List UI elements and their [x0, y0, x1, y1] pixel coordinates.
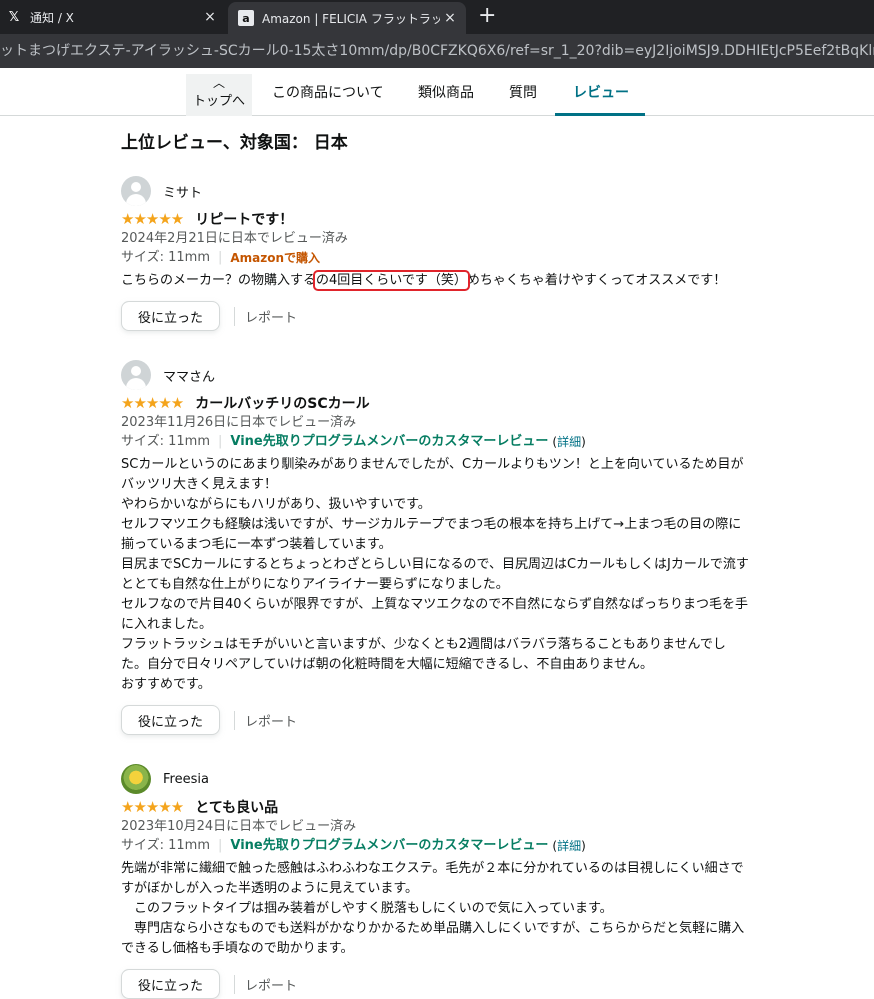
- avatar: [121, 360, 151, 390]
- vine-detail: (詳細): [552, 839, 586, 853]
- back-to-top-label: トップへ: [192, 94, 245, 109]
- avatar: [121, 176, 151, 206]
- avatar: [121, 764, 151, 794]
- vine-detail: (詳細): [552, 435, 586, 449]
- tab-title: Amazon | FELICIA フラットラッシュ: [262, 11, 440, 26]
- review-title[interactable]: カールバッチリのSCカール: [195, 393, 369, 413]
- review-body: こちらのメーカー？の物購入するの4回目くらいです（笑）めちゃくちゃ着けやすくって…: [121, 270, 811, 291]
- address-bar[interactable]: ットまつげエクステ-アイラッシュ-SCカール0-15太さ10mm/dp/B0CF…: [0, 34, 874, 68]
- star-rating-icon[interactable]: ★★★★★: [121, 798, 184, 816]
- review-item: ミサト ★★★★★ リピートです！ 2024年2月21日に日本でレビュー済み サ…: [121, 175, 811, 331]
- variant-size: サイズ: 11mm: [121, 838, 210, 853]
- divider: |: [218, 434, 223, 449]
- reviewer-name[interactable]: ママさん: [163, 366, 215, 385]
- reviewer-name[interactable]: Freesia: [163, 772, 209, 787]
- vine-badge: Vine先取りプログラムメンバーのカスタマーレビュー: [230, 838, 549, 853]
- divider: |: [218, 838, 223, 853]
- verified-purchase-badge: Amazonで購入: [230, 251, 321, 265]
- browser-tab-amazon[interactable]: a Amazon | FELICIA フラットラッシュ ×: [228, 2, 466, 34]
- reviewer-name[interactable]: ミサト: [163, 182, 202, 201]
- helpful-button[interactable]: 役に立った: [121, 705, 221, 735]
- tab-questions[interactable]: 質問: [509, 82, 537, 102]
- section-title: 上位レビュー、対象国： 日本: [121, 133, 348, 153]
- amazon-favicon-icon: a: [238, 10, 254, 26]
- vine-detail-link[interactable]: 詳細: [557, 435, 581, 449]
- product-subnav: ︿ トップへ この商品について 類似商品 質問 レビュー: [0, 68, 874, 116]
- report-link[interactable]: レポート: [234, 306, 297, 326]
- chevron-up-icon: ︿: [212, 76, 225, 90]
- review-title[interactable]: リピートです！: [195, 209, 293, 229]
- star-rating-icon[interactable]: ★★★★★: [121, 394, 184, 412]
- tab-similar-products[interactable]: 類似商品: [418, 82, 474, 102]
- close-tab-icon[interactable]: ×: [440, 10, 460, 26]
- review-date: 2023年10月24日に日本でレビュー済み: [121, 819, 357, 834]
- tab-about-product[interactable]: この商品について: [272, 82, 384, 102]
- browser-tab-bar: 𝕏 通知 / X × a Amazon | FELICIA フラットラッシュ ×…: [0, 0, 874, 34]
- helpful-button[interactable]: 役に立った: [121, 969, 221, 999]
- review-body: SCカールというのにあまり馴染みがありませんでしたが、Cカールよりもツン！と上を…: [121, 457, 749, 692]
- review-text: こちらのメーカー？の物購入する: [121, 273, 317, 288]
- variant-size: サイズ: 11mm: [121, 250, 210, 265]
- star-rating-icon[interactable]: ★★★★★: [121, 210, 184, 228]
- divider: |: [218, 250, 223, 265]
- review-item: Freesia ★★★★★ とても良い品 2023年10月24日に日本でレビュー…: [121, 763, 811, 999]
- close-tab-icon[interactable]: ×: [200, 9, 220, 25]
- browser-tab-x[interactable]: 𝕏 通知 / X ×: [0, 0, 226, 34]
- new-tab-button[interactable]: +: [478, 4, 496, 28]
- report-link[interactable]: レポート: [234, 710, 297, 730]
- report-link[interactable]: レポート: [234, 974, 297, 994]
- vine-detail-link[interactable]: 詳細: [557, 839, 581, 853]
- tab-reviews[interactable]: レビュー: [573, 82, 629, 102]
- vine-badge: Vine先取りプログラムメンバーのカスタマーレビュー: [230, 434, 549, 449]
- tab-title: 通知 / X: [30, 10, 74, 25]
- review-body: 先端が非常に繊細で触った感触はふわふわなエクステ。毛先が２本に分かれているのは目…: [121, 861, 745, 956]
- review-date: 2023年11月26日に日本でレビュー済み: [121, 415, 357, 430]
- review-text: めちゃくちゃ着けやすくってオススメです！: [466, 273, 727, 288]
- back-to-top-button[interactable]: ︿ トップへ: [186, 74, 252, 116]
- active-tab-indicator: [555, 113, 645, 116]
- review-item: ママさん ★★★★★ カールバッチリのSCカール 2023年11月26日に日本で…: [121, 359, 811, 735]
- highlighted-text: の4回目くらいです（笑）: [313, 270, 470, 291]
- review-date: 2024年2月21日に日本でレビュー済み: [121, 231, 348, 246]
- x-logo-icon: 𝕏: [8, 9, 20, 25]
- helpful-button[interactable]: 役に立った: [121, 301, 221, 331]
- review-title[interactable]: とても良い品: [195, 797, 278, 817]
- variant-size: サイズ: 11mm: [121, 434, 210, 449]
